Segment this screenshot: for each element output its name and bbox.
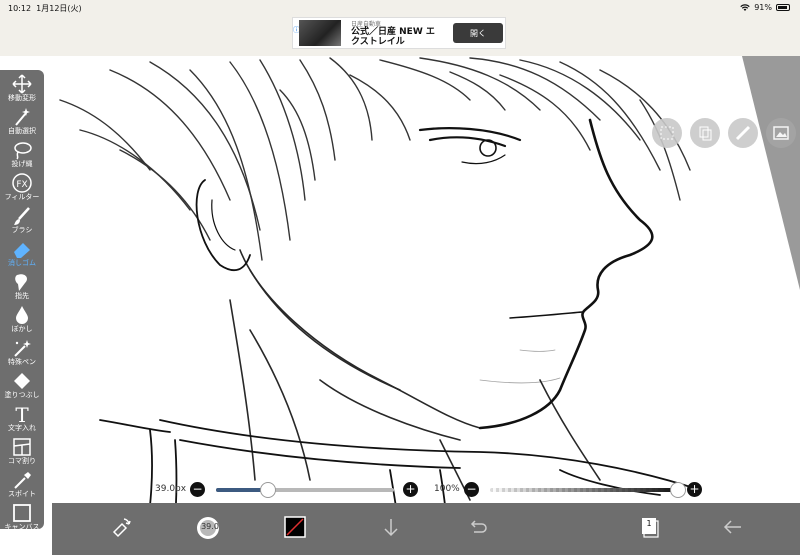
opacity-decrease-button[interactable]: − (464, 482, 479, 497)
status-time: 10:12 1月12日(火) (8, 4, 82, 13)
brush-icon (14, 207, 30, 225)
undo-icon (470, 520, 487, 533)
marquee-icon (660, 126, 674, 140)
text-icon: T (15, 404, 29, 424)
move-icon (12, 74, 32, 94)
tool-blur[interactable]: ぼかし (0, 303, 44, 335)
frame-divider-icon (13, 438, 31, 456)
status-bar: 10:12 1月12日(火) 91% ⓘ✕ 日産自動車 公式／日産 NEW エク… (0, 0, 800, 56)
tool-eraser[interactable]: 消しゴム (0, 237, 44, 269)
tool-palette: 移動変形 自動選択 投げ縄 FX フィルター ブラシ 消しゴム 指先 ぼかし 特… (0, 70, 44, 531)
layers-button[interactable]: 1 (628, 503, 668, 555)
tool-auto-select[interactable]: 自動選択 (0, 105, 44, 137)
eyedropper-icon (14, 472, 31, 489)
finger-icon (15, 274, 28, 291)
drawing-canvas[interactable] (0, 56, 800, 555)
svg-text:FX: FX (16, 180, 27, 190)
copy-icon (699, 126, 712, 141)
layers-count: 1 (646, 519, 652, 528)
brush-size-decrease-button[interactable]: − (190, 482, 205, 497)
tool-text[interactable]: T 文字入れ (0, 402, 44, 434)
material-button[interactable] (766, 118, 796, 148)
transform-button[interactable] (100, 503, 140, 555)
tool-frame-divider[interactable]: コマ割り (0, 435, 44, 467)
color-swatch-icon (284, 516, 306, 538)
ad-banner[interactable]: ⓘ✕ 日産自動車 公式／日産 NEW エクストレイル 開く (292, 17, 506, 49)
brush-size-slider[interactable] (216, 488, 394, 492)
tool-canvas[interactable]: キャンバス (0, 501, 44, 533)
brush-size-increase-button[interactable]: + (403, 482, 418, 497)
ruler-button[interactable] (728, 118, 758, 148)
opacity-increase-button[interactable]: + (687, 482, 702, 497)
arrow-left-icon (723, 520, 741, 534)
opacity-value: 100% (434, 484, 460, 494)
tool-move[interactable]: 移動変形 (0, 72, 44, 104)
save-down-button[interactable] (370, 503, 410, 555)
eraser-icon (14, 243, 30, 258)
bottom-toolbar: 39.0 1 (52, 503, 800, 555)
brush-preview-label: 39.0 (201, 522, 219, 531)
battery-icon (776, 4, 790, 11)
tool-finger[interactable]: 指先 (0, 270, 44, 302)
blur-icon (16, 306, 28, 324)
ad-open-button[interactable]: 開く (453, 23, 503, 43)
tool-eyedropper[interactable]: スポイト (0, 468, 44, 500)
selection-tool-button[interactable] (652, 118, 682, 148)
ad-image[interactable] (299, 20, 341, 46)
ruler-icon (735, 125, 751, 141)
battery-percent: 91% (754, 3, 772, 12)
opacity-slider[interactable] (490, 488, 678, 492)
special-pen-icon (14, 340, 31, 357)
color-button[interactable] (274, 503, 314, 555)
back-button[interactable] (712, 503, 752, 555)
ad-headline[interactable]: 公式／日産 NEW エクストレイル (351, 27, 443, 47)
opacity-fill (490, 488, 678, 492)
undo-button[interactable] (456, 503, 496, 555)
wifi-icon (740, 3, 750, 11)
brush-preview-button[interactable]: 39.0 (186, 503, 226, 555)
arrow-down-icon (384, 519, 398, 537)
image-icon (773, 126, 789, 140)
tool-brush[interactable]: ブラシ (0, 204, 44, 236)
fill-icon (14, 373, 30, 389)
transform-icon (112, 518, 131, 538)
tool-lasso[interactable]: 投げ縄 (0, 138, 44, 170)
canvas-icon (13, 504, 31, 522)
lasso-icon (14, 142, 32, 160)
tool-fill[interactable]: 塗りつぶし (0, 369, 44, 401)
status-indicators: 91% (740, 3, 790, 12)
tool-filter[interactable]: FX フィルター (0, 171, 44, 203)
brush-size-knob[interactable] (259, 482, 276, 498)
copy-button[interactable] (690, 118, 720, 148)
fx-icon: FX (12, 173, 32, 193)
brush-size-value: 39.0px (155, 484, 187, 494)
opacity-knob[interactable] (670, 482, 686, 498)
svg-text:T: T (15, 404, 29, 424)
tool-special-pen[interactable]: 特殊ペン (0, 336, 44, 368)
magic-wand-icon (15, 108, 30, 126)
